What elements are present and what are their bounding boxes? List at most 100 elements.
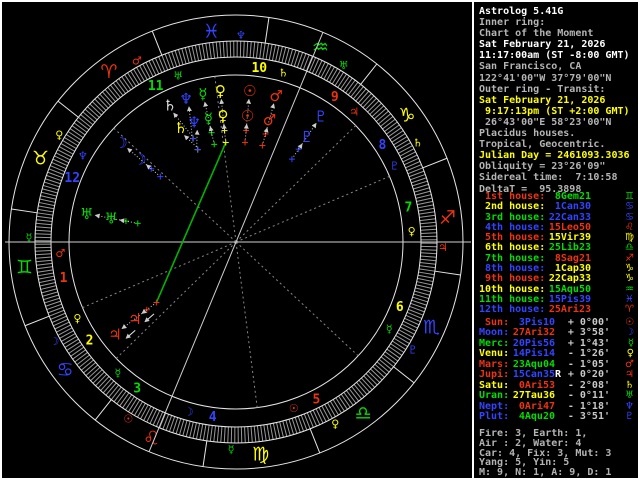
sign-ruler-icon-aquarius: ♅ (339, 59, 349, 72)
degree-tick (376, 361, 390, 373)
degree-tick (420, 232, 437, 234)
degree-tick (419, 218, 436, 222)
house-cusp-line (235, 241, 359, 357)
planet-position-list: Sun: 3Pis10 + 0°00' ☉ Moon: 27Ari32 + 3°58' ☽ M… (479, 317, 634, 422)
summary-line-3: Yang: 5, Yin: 5 (479, 458, 570, 469)
degree-tick (80, 114, 94, 126)
sign-boundary-line (57, 100, 79, 118)
degree-tick (205, 43, 209, 60)
degree-tick (369, 102, 382, 115)
degree-tick (142, 63, 151, 79)
degree-tick (87, 366, 101, 379)
degree-tick (414, 190, 431, 196)
planet-glyph-outer-ring-jupiter: ♃ (108, 325, 121, 343)
planet-position-value: 27Tau36 (512, 390, 555, 402)
degree-tick (154, 57, 163, 73)
planet-glyph-outer-ring-mercury: ☿ (198, 85, 207, 103)
degree-tick (243, 41, 245, 58)
house-ruler-icon-8: ♇ (390, 160, 400, 173)
degree-tick (39, 278, 55, 284)
house-number-3: 3 (133, 381, 141, 396)
house-ruler-icon-6: ☿ (386, 323, 393, 336)
degree-tick (418, 207, 435, 212)
degree-tick (405, 160, 421, 169)
degree-tick (278, 46, 283, 63)
degree-tick (311, 58, 320, 74)
degree-tick (305, 55, 313, 72)
degree-tick (54, 321, 70, 330)
chart-wheel: ♈♂♉♀♊☿♋☽♌☉♍☿♎♀♏♇♐♃♑♄♒♅♓ ♆1♂2♀3☿4☽5☉6☿7♀8♇… (5, 14, 471, 470)
degree-tick (116, 390, 127, 405)
house-ruler-icon-9: ♃ (349, 105, 359, 118)
degree-tick (35, 233, 52, 235)
degree-tick (404, 317, 420, 326)
summary-line-2: Car: 4, Fix: 3, Mut: 3 (479, 448, 612, 459)
sign-boundary-line (393, 366, 415, 384)
degree-tick (198, 44, 203, 61)
degree-tick (393, 337, 408, 348)
degree-tick (72, 349, 86, 360)
degree-tick (345, 79, 356, 94)
degree-tick (74, 352, 88, 363)
degree-tick (320, 63, 329, 78)
degree-tick (91, 101, 105, 114)
degree-tick (353, 384, 365, 398)
house-ruler-icon-2: ♀ (73, 312, 81, 325)
house-ruler-icon-12: ♆ (78, 149, 88, 162)
degree-tick (130, 399, 141, 414)
planet-glyph-outer-ring-saturn: ♄ (163, 97, 176, 115)
sign-boundary-line (360, 63, 378, 85)
header-line-12: Tropical, Geocentric. (479, 139, 606, 151)
degree-tick (85, 364, 99, 376)
degree-tick (378, 113, 392, 125)
header-line-9: 9:17:13pm (ST +2:00 GMT) (479, 105, 630, 117)
summary-line-1: Air : 2, Water: 4 (479, 438, 582, 449)
degree-tick (420, 258, 437, 262)
degree-tick (215, 41, 219, 58)
degree-tick (57, 149, 72, 158)
degree-tick (266, 424, 271, 441)
degree-tick (110, 386, 122, 400)
degree-tick (227, 426, 229, 443)
degree-tick (35, 256, 52, 259)
sign-boundary-line (264, 17, 270, 44)
degree-tick (51, 161, 67, 170)
degree-tick (244, 426, 246, 443)
planet-glyph-inner-ring-pluto: ♇ (300, 128, 313, 146)
degree-tick (342, 77, 353, 92)
degree-tick (327, 402, 336, 417)
degree-tick (37, 208, 54, 213)
degree-tick (127, 72, 137, 87)
degree-tick (282, 420, 288, 437)
house-cusp-line (113, 127, 237, 243)
degree-tick (393, 136, 408, 146)
retrograde-flag: R (555, 369, 562, 381)
planet-glyph-outer-ring-venus: ♀ (215, 82, 226, 100)
degree-tick (159, 412, 167, 429)
degree-tick (80, 359, 94, 371)
degree-tick (199, 423, 204, 440)
planet-glyph-outer-ring-pluto: ♇ (314, 107, 327, 125)
planet-pointer-inner-saturn (184, 135, 197, 148)
degree-tick (406, 311, 423, 319)
retrograde-arrow-outer-jupiter (125, 329, 136, 339)
degree-tick (61, 333, 76, 342)
sign-glyph-gemini: ♊ (16, 257, 33, 279)
info-sidebar: Astrolog 5.41G Inner ring: Chart of the Mo… (479, 2, 636, 478)
degree-tick (374, 363, 388, 376)
planet-glyph-inner-ring-mercury: ☿ (204, 109, 213, 127)
degree-tick (418, 268, 435, 272)
degree-tick (265, 43, 270, 60)
degree-tick (276, 422, 281, 439)
degree-tick (82, 111, 96, 123)
degree-tick (191, 45, 196, 62)
degree-tick (260, 425, 264, 442)
degree-tick (208, 42, 212, 59)
degree-tick (58, 146, 74, 155)
sign-ruler-icon-virgo: ☿ (228, 443, 235, 456)
house-number-2: 2 (86, 333, 94, 348)
chart-header-block: Astrolog 5.41G Inner ring: Chart of the Mo… (479, 6, 634, 195)
planet-glyph-outer-ring-moon: ☽ (114, 134, 127, 152)
degree-tick (387, 127, 402, 138)
degree-tick (71, 125, 86, 136)
